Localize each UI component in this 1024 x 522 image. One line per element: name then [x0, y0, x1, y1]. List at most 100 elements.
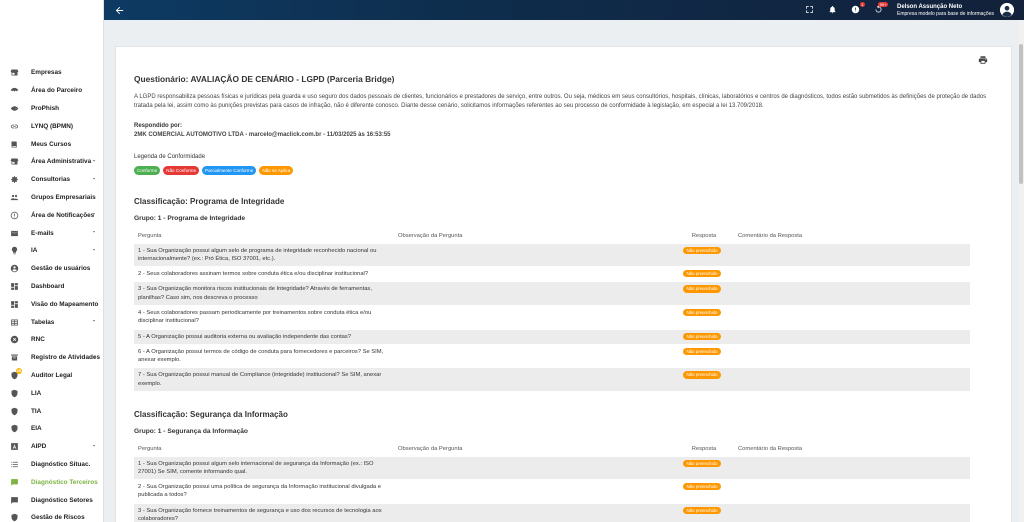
- question-text: 6 - A Organização possui termos de códig…: [134, 343, 394, 368]
- sidebar-item-tia[interactable]: TIA: [0, 402, 103, 420]
- table-row: 2 - Seus colaboradores assinam termos so…: [134, 266, 970, 282]
- shield-icon: [9, 388, 19, 398]
- sidebar-item-lynq-bpmn[interactable]: LYNQ (BPMN): [0, 117, 103, 135]
- chevron-down-icon: [91, 211, 97, 217]
- sidebar-item-label: EIA: [31, 425, 42, 433]
- group-title: Grupo: 1 - Segurança da Informação: [134, 428, 248, 436]
- sidebar-item-label: Auditor Legal: [31, 371, 73, 379]
- sidebar-item-label: Visão do Mapeamento: [31, 300, 99, 308]
- gear-icon: [9, 175, 19, 185]
- chevron-down-icon: [92, 444, 96, 447]
- sidebar-item-dashboard[interactable]: Dashboard: [0, 278, 103, 296]
- question-text: 1 - Sua Organização possui algum selo in…: [134, 455, 394, 480]
- classification-title: Classificação: Segurança da Informação: [134, 410, 288, 420]
- user-name: Delson Assunção Neto: [897, 3, 963, 10]
- sidebar: Empresas Área do Parceiro ProPhish LYNQ (BP…: [0, 0, 104, 522]
- sidebar-item-label: Dashboard: [31, 282, 65, 290]
- shield-icon: [9, 406, 19, 416]
- table-row: 1 - Sua Organização possui algum selo de…: [134, 242, 970, 267]
- page-scrollbar[interactable]: [1018, 20, 1024, 522]
- answer-comment: [734, 242, 970, 267]
- sidebar-item-label: Registro de Atividades: [31, 354, 101, 362]
- table-header: Pergunta Observação da Pergunta Resposta Co…: [134, 443, 970, 456]
- sidebar-item-grupos-empresariais[interactable]: Grupos Empresariais: [0, 189, 103, 207]
- answer-comment: [734, 281, 970, 306]
- scrollbar-thumb[interactable]: [1019, 44, 1023, 184]
- sidebar-item-diagnostico-setores[interactable]: Diagnóstico Setores: [0, 491, 103, 509]
- sidebar-item-tabelas[interactable]: Tabelas: [0, 313, 103, 331]
- question-observation: [394, 242, 670, 267]
- arrow-left-icon: [115, 6, 123, 14]
- answer-comment: [734, 367, 970, 392]
- conformity-legend: Conforme Não Conforme Parcialmente Confo…: [134, 166, 996, 175]
- sidebar-item-gestao-de-riscos[interactable]: Gestão de Riscos: [0, 509, 103, 522]
- avatar[interactable]: [1000, 3, 1014, 17]
- sidebar-item-e-mails[interactable]: E-mails: [0, 224, 103, 242]
- questionnaire-content: Questionário: AVALIAÇÃO DE CENÁRIO - LGP…: [134, 74, 996, 522]
- sidebar-badge: 28: [16, 367, 22, 374]
- sidebar-item-label: Gestão de usuários: [31, 265, 91, 273]
- fullscreen-button[interactable]: [805, 5, 815, 15]
- updates-button[interactable]: 99+: [874, 2, 888, 15]
- status-badge: Não preenchido: [683, 308, 721, 317]
- sidebar-item-aipd[interactable]: AIPD: [0, 438, 103, 456]
- handshake-icon: [9, 86, 19, 96]
- sidebar-item-lia[interactable]: LIA: [0, 384, 103, 402]
- chevron-down-icon: [91, 443, 97, 449]
- sidebar-item-diagnostico-situac[interactable]: Diagnóstico Situac.: [0, 456, 103, 474]
- table-icon: [9, 317, 19, 327]
- sidebar-item-area-de-notificacoes[interactable]: Área de Notificações: [0, 206, 103, 224]
- user-info[interactable]: Delson Assunção Neto Empresa modelo para…: [897, 4, 994, 17]
- sidebar-item-label: AIPD: [31, 443, 47, 451]
- fish-icon: [9, 103, 19, 113]
- sidebar-item-label: Área do Parceiro: [31, 87, 83, 95]
- sidebar-item-registro-de-atividades[interactable]: Registro de Atividades: [0, 349, 103, 367]
- sidebar-item-gestao-de-usuarios[interactable]: Gestão de usuários: [0, 260, 103, 278]
- alerts-button[interactable]: 1: [851, 2, 865, 15]
- shield-icon: [9, 424, 19, 434]
- sidebar-item-consultorias[interactable]: Consultorias: [0, 171, 103, 189]
- legend-conforme: Conforme: [134, 166, 161, 175]
- question-observation: [394, 455, 670, 480]
- table-row: 3 - Sua Organização fornece treinamentos…: [134, 502, 970, 522]
- answer-cell: Não preenchido: [670, 479, 734, 504]
- sidebar-item-auditor-legal[interactable]: Auditor Legal 28: [0, 367, 103, 385]
- answer-cell: Não preenchido: [670, 367, 734, 392]
- question-text: 3 - Sua Organização monitora riscos inst…: [134, 281, 394, 306]
- print-button[interactable]: [978, 55, 989, 66]
- sidebar-item-meus-cursos[interactable]: Meus Cursos: [0, 135, 103, 153]
- sidebar-item-eia[interactable]: EIA: [0, 420, 103, 438]
- question-text: 4 - Seus colaboradores passam periodicam…: [134, 304, 394, 330]
- sidebar-item-rnc[interactable]: RNC: [0, 331, 103, 349]
- back-button[interactable]: [112, 3, 126, 17]
- sidebar-item-label: IA: [31, 247, 38, 255]
- chevron-down-icon: [91, 176, 97, 182]
- status-badge: Não preenchido: [683, 270, 721, 278]
- chevron-down-icon: [91, 247, 97, 253]
- sidebar-item-visao-do-mapeamento[interactable]: Visão do Mapeamento: [0, 295, 103, 313]
- question-observation: [394, 328, 670, 345]
- sidebar-item-label: Gestão de Riscos: [31, 514, 85, 522]
- sidebar-item-label: Grupos Empresariais: [31, 193, 96, 201]
- fullscreen-icon: [806, 6, 813, 13]
- question-text: 1 - Sua Organização possui algum selo de…: [134, 242, 394, 267]
- sidebar-item-prophish[interactable]: ProPhish: [0, 100, 103, 118]
- table-row: 2 - Sua Organização possui uma política …: [134, 479, 970, 504]
- questions-table: Pergunta Observação da Pergunta Resposta Co…: [134, 230, 970, 392]
- classification-title: Classificação: Programa de Integridade: [134, 197, 285, 206]
- table-row: 1 - Sua Organização possui algum selo in…: [134, 455, 970, 480]
- answer-comment: [734, 479, 970, 504]
- notifications-button[interactable]: [828, 5, 838, 15]
- sidebar-item-area-do-parceiro[interactable]: Área do Parceiro: [0, 82, 103, 100]
- table-row: 5 - A Organização possui auditoria exter…: [134, 328, 970, 345]
- dashboard-icon: [9, 299, 19, 309]
- status-badge: Não preenchido: [683, 285, 721, 293]
- legend-nao-conforme: Não Conforme: [163, 166, 200, 175]
- answer-cell: Não preenchido: [670, 502, 734, 522]
- sidebar-item-ia[interactable]: IA: [0, 242, 103, 260]
- sidebar-item-diagnostico-terceiros[interactable]: Diagnóstico Terceiros: [0, 473, 103, 491]
- sidebar-item-label: Diagnóstico Terceiros: [31, 478, 98, 486]
- sidebar-item-empresas[interactable]: Empresas: [0, 64, 103, 82]
- answer-comment: [734, 343, 970, 368]
- sidebar-item-area-administrativa[interactable]: Área Administrativa: [0, 153, 103, 171]
